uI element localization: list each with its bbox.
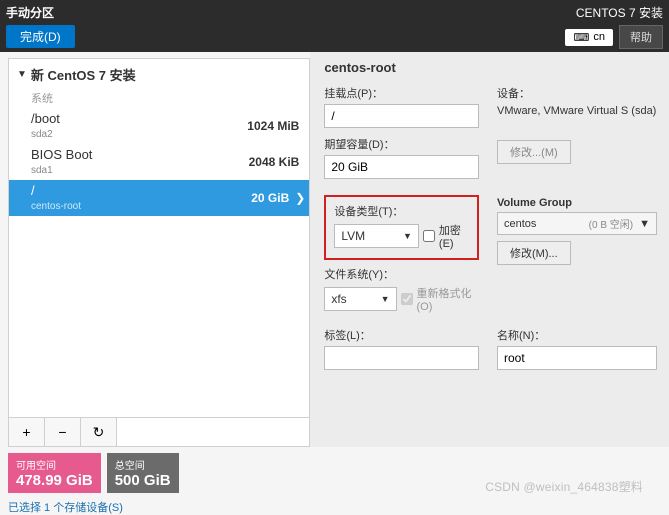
chevron-down-icon: ▼ xyxy=(403,231,412,241)
tree-header[interactable]: ▼ 新 CentOS 7 安装 xyxy=(9,59,309,90)
chevron-down-icon: ▼ xyxy=(639,218,650,230)
done-button[interactable]: 完成(D) xyxy=(6,25,75,48)
volume-group-value: centos xyxy=(504,218,536,230)
help-button[interactable]: 帮助 xyxy=(619,25,663,49)
mountpoint-label: 挂载点(P)： xyxy=(324,85,479,101)
device-type-select[interactable]: LVM ▼ xyxy=(334,224,419,248)
page-title: 手动分区 xyxy=(6,4,75,21)
name-label: 名称(N)： xyxy=(497,327,657,343)
device-type-value: LVM xyxy=(341,229,365,243)
partition-row-biosboot[interactable]: BIOS Boot sda1 2048 KiB xyxy=(9,144,309,180)
installer-title: CENTOS 7 安装 xyxy=(576,4,663,21)
partition-row-root[interactable]: / centos-root 20 GiB ❯ xyxy=(9,180,309,216)
partition-device: sda2 xyxy=(31,128,60,141)
partition-name: BIOS Boot xyxy=(31,147,92,164)
partition-size: 1024 MiB xyxy=(247,119,299,133)
modify-device-button[interactable]: 修改...(M) xyxy=(497,140,571,164)
partition-row-boot[interactable]: /boot sda2 1024 MiB xyxy=(9,108,309,144)
filesystem-value: xfs xyxy=(331,292,346,306)
remove-partition-button[interactable]: − xyxy=(45,418,81,446)
keyboard-icon: ⌨ xyxy=(573,31,589,44)
encrypt-label: 加密(E) xyxy=(439,222,469,250)
partition-tree: ▼ 新 CentOS 7 安装 系统 /boot sda2 1024 MiB B… xyxy=(8,58,310,447)
total-space-label: 总空间 xyxy=(115,457,171,472)
filesystem-label: 文件系统(Y)： xyxy=(324,266,479,282)
label-input[interactable] xyxy=(324,346,479,370)
partition-size: 20 GiB xyxy=(251,191,289,205)
reformat-label: 重新格式化(O) xyxy=(417,285,479,313)
details-title: centos-root xyxy=(324,60,657,75)
encrypt-checkbox[interactable] xyxy=(423,230,435,242)
chevron-right-icon: ❯ xyxy=(295,191,305,205)
available-space-label: 可用空间 xyxy=(16,457,93,472)
reformat-checkbox xyxy=(401,293,413,305)
volume-group-free: (0 B 空闲) xyxy=(589,216,633,231)
device-type-label: 设备类型(T)： xyxy=(334,203,469,219)
label-label: 标签(L)： xyxy=(324,327,479,343)
lang-code: cn xyxy=(593,31,605,43)
device-value: VMware, VMware Virtual S (sda) xyxy=(497,104,657,119)
system-label: 系统 xyxy=(9,90,309,108)
partition-device: centos-root xyxy=(31,200,81,213)
modify-vg-button[interactable]: 修改(M)... xyxy=(497,241,571,265)
partition-device: sda1 xyxy=(31,164,92,177)
capacity-label: 期望容量(D)： xyxy=(324,136,479,152)
partition-name: /boot xyxy=(31,111,60,128)
device-label: 设备： xyxy=(497,85,657,101)
volume-group-select[interactable]: centos (0 B 空闲) ▼ xyxy=(497,212,657,235)
available-space-value: 478.99 GiB xyxy=(16,472,93,489)
capacity-input[interactable] xyxy=(324,155,479,179)
chevron-down-icon: ▼ xyxy=(381,294,390,304)
details-pane: centos-root 挂载点(P)： 设备： VMware, VMware V… xyxy=(310,52,669,447)
caret-down-icon: ▼ xyxy=(17,69,27,80)
device-type-highlight: 设备类型(T)： LVM ▼ 加密(E) xyxy=(324,195,479,260)
reload-button[interactable]: ↻ xyxy=(81,418,117,446)
mountpoint-input[interactable] xyxy=(324,104,479,128)
partition-size: 2048 KiB xyxy=(249,155,300,169)
available-space-tile: 可用空间 478.99 GiB xyxy=(8,453,101,493)
add-partition-button[interactable]: + xyxy=(9,418,45,446)
keyboard-layout-badge[interactable]: ⌨ cn xyxy=(565,29,613,46)
name-input[interactable] xyxy=(497,346,657,370)
storage-devices-link[interactable]: 已选择 1 个存储设备(S) xyxy=(0,493,669,515)
partition-name: / xyxy=(31,183,81,200)
volume-group-label: Volume Group xyxy=(497,197,657,209)
filesystem-select[interactable]: xfs ▼ xyxy=(324,287,396,311)
tree-header-label: 新 CentOS 7 安装 xyxy=(31,65,136,84)
total-space-tile: 总空间 500 GiB xyxy=(107,453,179,493)
total-space-value: 500 GiB xyxy=(115,472,171,489)
